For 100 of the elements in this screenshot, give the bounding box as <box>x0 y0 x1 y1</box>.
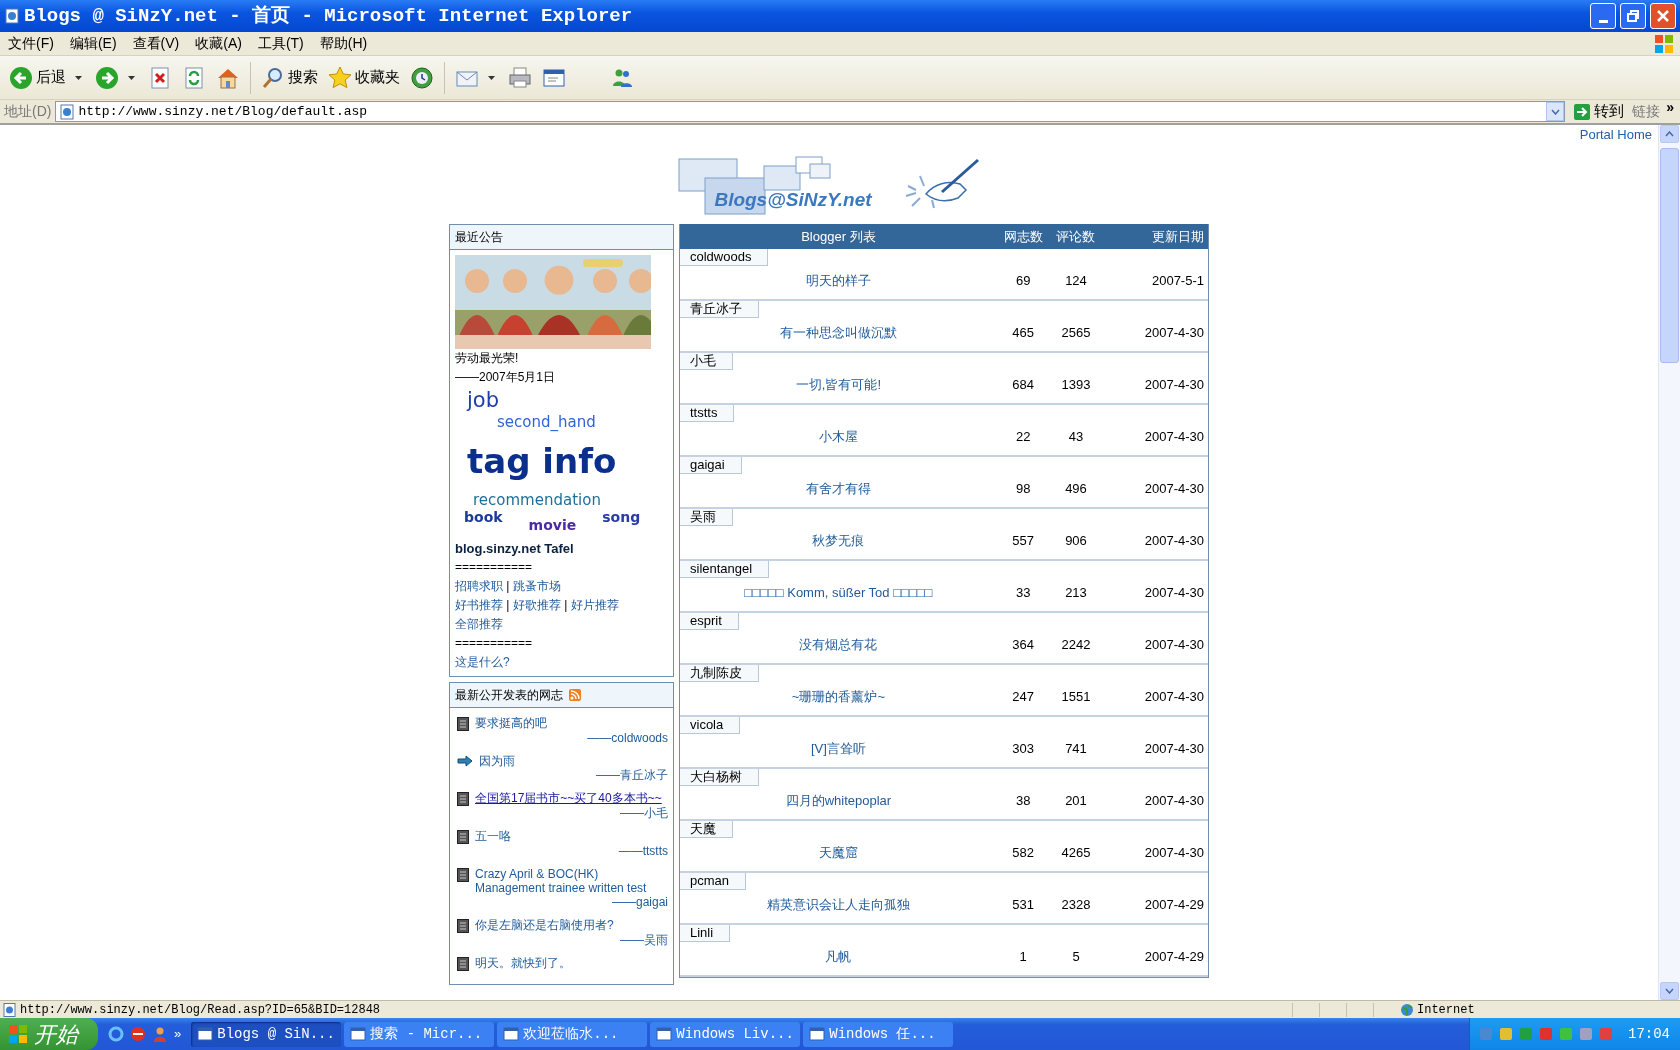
favorites-button[interactable]: 收藏夹 <box>325 63 403 92</box>
category-link[interactable]: 好片推荐 <box>570 597 619 612</box>
author-link[interactable]: ——gaigai <box>611 894 668 909</box>
author-link[interactable]: ——青丘冰子 <box>596 767 668 782</box>
tag-link[interactable]: tag info <box>467 440 617 483</box>
post-link[interactable]: 明天。就快到了。 <box>475 955 571 970</box>
blog-title-link[interactable]: 明天的样子 <box>805 271 871 291</box>
blogger-name-tab[interactable]: 大白杨树 <box>680 769 759 786</box>
search-button[interactable]: 搜索 <box>258 63 321 92</box>
post-link[interactable]: Crazy April & BOC(HK) Management trainee written test <box>475 866 668 895</box>
blogger-name-tab[interactable]: ttstts <box>680 405 735 422</box>
caret-icon[interactable] <box>128 75 135 80</box>
category-link[interactable]: 好歌推荐 <box>512 597 561 612</box>
tag-link[interactable]: book <box>464 509 503 535</box>
table-cell-text: 38 <box>1015 792 1031 811</box>
post-link[interactable]: 全国第17届书市~~买了40多本书~~ <box>475 790 662 805</box>
author-link[interactable]: ——吴雨 <box>620 932 668 947</box>
menu-item[interactable]: 查看(V) <box>124 33 188 54</box>
caret-icon[interactable] <box>75 75 82 80</box>
tray-icon[interactable] <box>1498 1026 1514 1042</box>
window-icon <box>350 1026 367 1042</box>
post-link[interactable]: 要求挺高的吧 <box>475 715 547 730</box>
table-cell-text: 69 <box>1015 272 1031 291</box>
table-cell-text: 741 <box>1065 740 1087 759</box>
more-chevron[interactable]: » <box>1664 97 1676 118</box>
blogger-name-tab[interactable]: gaigai <box>680 457 742 474</box>
menu-item[interactable]: 工具(T) <box>249 33 312 54</box>
blog-title-link[interactable]: 精英意识会让人走向孤独 <box>766 895 910 915</box>
blogger-name-tab[interactable]: 吴雨 <box>680 509 733 526</box>
blogger-name-tab[interactable]: pcman <box>680 873 747 890</box>
person-icon[interactable] <box>152 1026 168 1042</box>
table-cell-text: 364 <box>1012 636 1035 655</box>
blog-title-link[interactable]: 没有烟总有花 <box>799 635 878 655</box>
post-link[interactable]: 五一咯 <box>475 828 511 843</box>
column-header: 更新日期 <box>1152 227 1204 246</box>
table-cell-text: 2007-4-30 <box>1144 740 1204 759</box>
taskbar-button[interactable]: 欢迎莅临水... <box>497 1021 648 1047</box>
blog-title-link[interactable]: [V]言耸听 <box>810 739 866 759</box>
tag-link[interactable]: second_hand <box>497 413 596 432</box>
caret-icon[interactable] <box>488 75 495 80</box>
menu-item[interactable]: 文件(F) <box>0 33 62 54</box>
blog-title-link[interactable]: □□□□□ Komm, süßer Tod □□□□□ <box>744 583 933 603</box>
category-link[interactable]: 全部推荐 <box>455 616 503 631</box>
tray-icon[interactable] <box>1538 1026 1554 1042</box>
column-header: 网志数 <box>1003 227 1043 246</box>
blogger-name-tab[interactable]: silentangel <box>680 561 770 578</box>
blogger-name-tab[interactable]: vicola <box>680 717 741 734</box>
taskbar-button[interactable]: Windows Liv... <box>650 1021 801 1047</box>
back-button[interactable]: 后退 <box>6 63 69 92</box>
history-icon <box>410 65 434 90</box>
blog-title-link[interactable]: 凡帆 <box>825 947 852 967</box>
author-link[interactable]: ——小毛 <box>620 805 668 820</box>
blogger-name-tab[interactable]: 天魔 <box>680 821 733 838</box>
taskbar-button[interactable]: Windows 任... <box>803 1021 954 1047</box>
menu-item[interactable]: 编辑(E) <box>61 33 125 54</box>
portal-home-link[interactable]: Portal Home <box>1579 125 1652 145</box>
blog-title-link[interactable]: ~珊珊的香薰炉~ <box>791 687 885 707</box>
address-field[interactable]: http://www.sinzy.net/Blog/default.asp <box>55 101 1566 122</box>
category-link[interactable]: 跳蚤市场 <box>512 578 561 593</box>
minimize-button[interactable] <box>1590 3 1616 29</box>
blogger-name-tab[interactable]: Linli <box>680 925 731 942</box>
blogger-name-tab[interactable]: esprit <box>680 613 739 630</box>
blog-title-link[interactable]: 四月的whitepoplar <box>785 791 892 811</box>
table-cell-text: 2565 <box>1061 324 1091 343</box>
tag-link[interactable]: job <box>467 387 499 414</box>
about-link[interactable]: 这是什么? <box>455 654 510 669</box>
table-cell-text: 43 <box>1068 428 1084 447</box>
menu-item[interactable]: 收藏(A) <box>187 33 250 54</box>
blog-title-link[interactable]: 一切,皆有可能! <box>795 375 881 395</box>
post-link[interactable]: 你是左脑还是右脑使用者? <box>475 917 614 932</box>
category-link[interactable]: 好书推荐 <box>455 597 503 612</box>
scroll-up-button[interactable] <box>1660 125 1679 143</box>
tag-link[interactable]: song <box>602 509 641 535</box>
more-chevron[interactable]: » <box>174 1024 182 1044</box>
close-button[interactable] <box>1650 3 1676 29</box>
scroll-down-button[interactable] <box>1660 982 1679 1000</box>
tag-link[interactable]: recommendation <box>473 490 601 510</box>
author-link[interactable]: ——coldwoods <box>587 730 668 745</box>
blogger-name-tab[interactable]: 九制陈皮 <box>680 665 759 682</box>
blog-title-link[interactable]: 有舍才有得 <box>805 479 871 499</box>
post-link[interactable]: 因为雨 <box>479 753 515 768</box>
blog-title-link[interactable]: 小木屋 <box>818 427 858 447</box>
scrollbar-thumb[interactable] <box>1660 148 1679 363</box>
restore-button[interactable] <box>1620 3 1646 29</box>
blogger-name-tab[interactable]: coldwoods <box>680 249 769 266</box>
dropdown-button[interactable] <box>1546 102 1565 121</box>
window-icon <box>809 1026 826 1042</box>
table-cell-text: 2007-5-1 <box>1151 272 1204 291</box>
taskbar-button[interactable]: 搜索 - Micr... <box>344 1021 495 1047</box>
taskbar-button[interactable]: Blogs @ SiN... <box>191 1021 342 1047</box>
blog-title-link[interactable]: 秋梦无痕 <box>812 531 865 551</box>
menu-item[interactable]: 帮助(H) <box>311 33 376 54</box>
blog-title-link[interactable]: 天魔窟 <box>818 843 858 863</box>
tag-link[interactable]: movie <box>528 517 577 535</box>
go-button[interactable]: 转到 <box>1569 100 1629 123</box>
category-link[interactable]: 招聘求职 <box>455 578 503 593</box>
blogger-name-tab[interactable]: 青丘冰子 <box>680 301 759 318</box>
blog-title-link[interactable]: 有一种思念叫做沉默 <box>779 323 897 343</box>
blogger-name-tab[interactable]: 小毛 <box>680 353 733 370</box>
author-link[interactable]: ——ttstts <box>618 843 668 858</box>
